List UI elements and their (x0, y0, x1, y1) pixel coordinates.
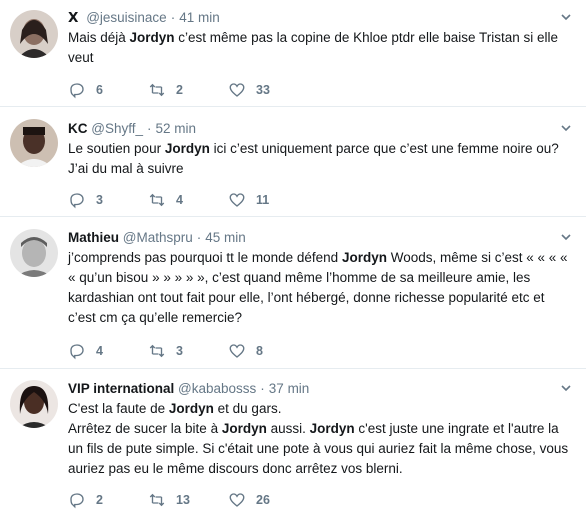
separator-dot: · (260, 381, 265, 396)
highlighted-keyword: Jordyn (129, 30, 175, 45)
like-count: 8 (256, 344, 263, 358)
retweet-count: 4 (176, 193, 183, 207)
user-handle[interactable]: @Mathspru (123, 230, 193, 245)
retweet-button[interactable]: 13 (148, 491, 196, 509)
reply-button[interactable]: 3 (68, 191, 116, 209)
tweet[interactable]: VIP international @kababosss · 37 min C'es… (0, 369, 586, 522)
avatar[interactable] (10, 229, 58, 277)
tweet-text: C'est la faute de Jordyn et du gars. Arrê… (68, 399, 572, 479)
reply-count: 3 (96, 193, 103, 207)
separator-dot: · (147, 121, 152, 136)
text-segment: Le soutien pour (68, 141, 165, 156)
highlighted-keyword: Jordyn (309, 421, 355, 436)
timestamp[interactable]: 45 min (205, 230, 246, 245)
text-segment: aussi. (266, 421, 310, 436)
heart-icon (229, 83, 245, 97)
retweet-count: 3 (176, 344, 183, 358)
like-count: 11 (256, 193, 270, 207)
tweet-header: VIP international @kababosss · 37 min (68, 379, 572, 399)
retweet-icon (149, 344, 165, 358)
retweet-icon (149, 193, 165, 207)
separator-dot: · (170, 10, 176, 25)
highlighted-keyword: Jordyn (341, 250, 387, 265)
text-segment: Arrêtez de sucer la bite à (68, 421, 222, 436)
highlighted-keyword: Jordyn (168, 401, 214, 416)
tweet-header: KC @Shyff_ · 52 min (68, 119, 572, 139)
tweet-header: 𝗫 @jesuisinace · 41 min (68, 8, 572, 28)
reply-icon (70, 193, 84, 209)
tweet-actions: 6 2 33 (68, 80, 308, 100)
tweet[interactable]: Mathieu @Mathspru · 45 min j’comprends pas… (0, 217, 586, 369)
timestamp[interactable]: 52 min (156, 121, 197, 136)
reply-button[interactable]: 4 (68, 342, 116, 360)
tweet[interactable]: KC @Shyff_ · 52 min Le soutien pour Jordyn… (0, 107, 586, 217)
reply-icon (70, 344, 84, 360)
heart-icon (229, 493, 245, 507)
separator-dot: · (196, 230, 202, 245)
user-handle[interactable]: @kababosss (178, 381, 256, 396)
timestamp[interactable]: 37 min (269, 381, 310, 396)
tweet-timeline: 𝗫 @jesuisinace · 41 min Mais déjà Jordyn c… (0, 0, 586, 522)
tweet[interactable]: 𝗫 @jesuisinace · 41 min Mais déjà Jordyn c… (0, 0, 586, 107)
reply-count: 4 (96, 344, 103, 358)
chevron-down-icon[interactable] (560, 10, 572, 22)
retweet-button[interactable]: 2 (148, 81, 196, 99)
display-name[interactable]: KC (68, 121, 88, 136)
display-name[interactable]: Mathieu (68, 230, 119, 245)
user-handle[interactable]: @Shyff_ (91, 121, 143, 136)
timestamp[interactable]: 41 min (179, 10, 220, 25)
tweet-text: Mais déjà Jordyn c’est même pas la copin… (68, 28, 572, 68)
reply-button[interactable]: 2 (68, 491, 116, 509)
avatar[interactable] (10, 10, 58, 58)
retweet-icon (149, 493, 165, 507)
reply-count: 2 (96, 493, 103, 507)
highlighted-keyword: Jordyn (221, 421, 267, 436)
tweet-actions: 3 4 11 (68, 190, 308, 210)
chevron-down-icon[interactable] (560, 230, 572, 242)
like-count: 26 (256, 493, 270, 507)
display-name[interactable]: VIP international (68, 381, 174, 396)
user-handle[interactable]: @jesuisinace (86, 10, 167, 25)
tweet-text: Le soutien pour Jordyn ici c’est uniquem… (68, 139, 572, 179)
avatar[interactable] (10, 119, 58, 167)
avatar[interactable] (10, 380, 58, 428)
reply-count: 6 (96, 83, 103, 97)
reply-button[interactable]: 6 (68, 81, 116, 99)
retweet-count: 13 (176, 493, 190, 507)
retweet-button[interactable]: 4 (148, 191, 196, 209)
tweet-actions: 4 3 8 (68, 341, 308, 361)
like-button[interactable]: 11 (228, 191, 276, 209)
like-button[interactable]: 33 (228, 81, 276, 99)
text-segment: et du gars. (213, 401, 282, 416)
retweet-icon (149, 83, 165, 97)
retweet-count: 2 (176, 83, 183, 97)
heart-icon (229, 344, 245, 358)
text-segment: C'est la faute de (68, 401, 169, 416)
chevron-down-icon[interactable] (560, 381, 572, 393)
tweet-header: Mathieu @Mathspru · 45 min (68, 228, 572, 248)
text-segment: j’comprends pas pourquoi tt le monde déf… (68, 250, 342, 265)
heart-icon (229, 193, 245, 207)
reply-icon (70, 493, 84, 509)
like-count: 33 (256, 83, 270, 97)
retweet-button[interactable]: 3 (148, 342, 196, 360)
tweet-actions: 2 13 26 (68, 490, 308, 510)
reply-icon (70, 83, 84, 99)
text-segment: Mais déjà (68, 30, 130, 45)
chevron-down-icon[interactable] (560, 121, 572, 133)
display-name-icon[interactable]: 𝗫 (68, 10, 78, 25)
like-button[interactable]: 8 (228, 342, 276, 360)
highlighted-keyword: Jordyn (164, 141, 210, 156)
like-button[interactable]: 26 (228, 491, 276, 509)
tweet-text: j’comprends pas pourquoi tt le monde déf… (68, 248, 572, 328)
